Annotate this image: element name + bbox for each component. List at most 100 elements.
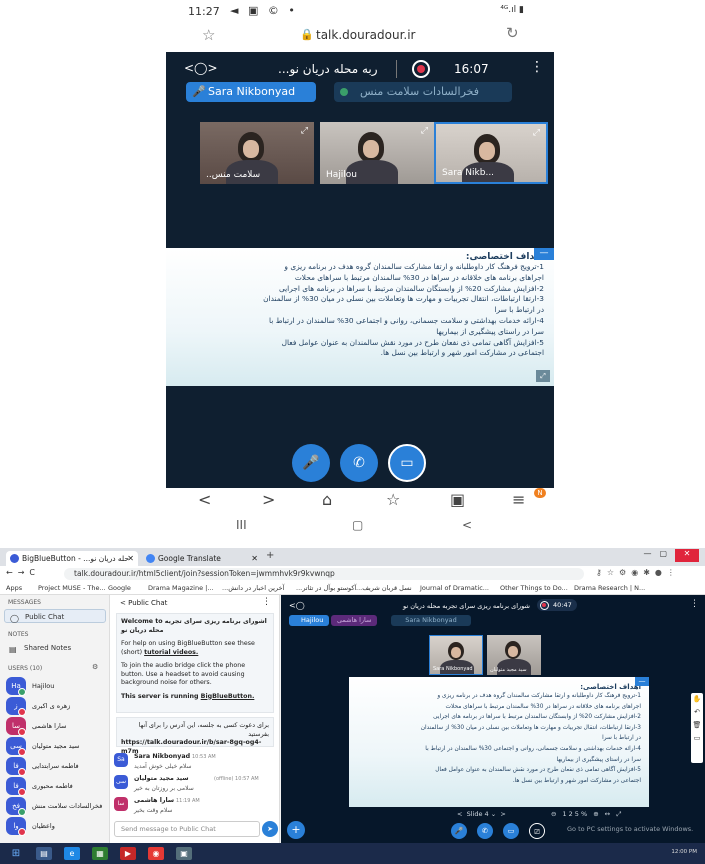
delete-icon[interactable]: 🗑 <box>691 719 703 732</box>
extension-icon[interactable]: ◉ <box>631 568 643 577</box>
tutorial-link[interactable]: tutorial videos. <box>144 649 198 656</box>
user-item[interactable]: ز زهره ی اکبری <box>6 697 106 717</box>
fullscreen-icon[interactable]: ⤢ <box>301 126 308 136</box>
tab-bigbluebutton[interactable]: BigBlueButton - ...حله دریان نو ✕ <box>6 551 138 566</box>
send-button[interactable]: ➤ <box>262 821 278 837</box>
extension-icon[interactable]: ⚙ <box>619 568 631 577</box>
public-chat-item[interactable]: ◯ Public Chat <box>4 609 106 623</box>
slide-selector[interactable]: Slide 4 <box>467 810 489 818</box>
bookmark-item[interactable]: ...نسل قربان شریف <box>356 584 412 592</box>
user-item[interactable]: فخ فخرالسادات سلامت منش <box>6 797 106 817</box>
close-window-icon[interactable]: ✕ <box>675 549 699 562</box>
video-tile[interactable]: ⤢ Sara Nikb... <box>434 122 548 184</box>
talker-pill[interactable]: Hajilou <box>289 615 330 626</box>
camera-button[interactable]: ▭ <box>388 444 426 482</box>
talker-pill[interactable]: سارا هاشمی <box>331 615 378 626</box>
home-button-icon[interactable]: ▢ <box>352 518 363 532</box>
recent-apps-icon[interactable]: III <box>236 518 247 532</box>
bookmark-item[interactable]: ...آکوستو بوآل در تئاتر <box>296 584 356 592</box>
back-button-icon[interactable]: < <box>462 518 472 532</box>
close-tab-icon[interactable]: ✕ <box>251 551 258 566</box>
share-screen-button[interactable]: ⎚ <box>529 823 545 839</box>
reload-icon[interactable]: ↻ <box>506 24 519 42</box>
maximize-window-icon[interactable]: ▢ <box>659 549 675 558</box>
bookmark-item[interactable]: Drama Magazine |... <box>148 584 214 592</box>
fit-width-icon[interactable]: ↔ <box>605 810 612 818</box>
chat-header[interactable]: < Public Chat <box>120 599 167 607</box>
microphone-button[interactable]: 🎤 <box>292 444 330 482</box>
bookmark-item[interactable]: ...آخرین اخبار در دانش <box>222 584 284 592</box>
phone-url[interactable]: talk.douradour.ir <box>316 28 416 42</box>
edge-icon[interactable]: e <box>64 847 80 860</box>
file-explorer-icon[interactable]: ▤ <box>36 847 52 860</box>
chat-options-icon[interactable]: ⋮ <box>262 597 271 607</box>
forward-icon[interactable]: → <box>18 568 30 577</box>
hand-tool-icon[interactable]: ✋ <box>691 693 703 706</box>
video-tile[interactable]: ⤢ ..سلامت منس <box>200 122 314 184</box>
shared-notes-item[interactable]: ▤ Shared Notes <box>4 641 106 655</box>
options-menu-icon[interactable]: ⋮ <box>690 599 699 609</box>
profile-icon[interactable]: ● <box>655 568 667 577</box>
user-item[interactable]: سا سارا هاشمی <box>6 717 106 737</box>
bookmark-item[interactable]: Apps <box>6 584 22 592</box>
actions-button[interactable]: + <box>287 821 305 839</box>
fullscreen-icon[interactable]: ⤢ <box>533 128 540 138</box>
talker-pill[interactable]: Sara Nikbonyad <box>391 615 471 626</box>
user-item[interactable]: فا فاطمه محبوری <box>6 777 106 797</box>
bookmark-item[interactable]: Journal of Dramatic... <box>420 584 489 592</box>
next-slide-icon[interactable]: > <box>500 810 505 818</box>
key-icon[interactable]: ⚷ <box>596 568 607 577</box>
undo-icon[interactable]: ↶ <box>691 706 703 719</box>
user-item[interactable]: فا فاطمه سرابتدایی <box>6 757 106 777</box>
record-button[interactable]: 40:47 <box>537 599 577 611</box>
home-icon[interactable]: ⌂ <box>322 490 332 509</box>
menu-icon[interactable]: ≡ <box>512 490 525 509</box>
bookmarks-icon[interactable]: ☆ <box>386 490 400 509</box>
zoom-out-icon[interactable]: ⊖ <box>551 810 558 818</box>
fullscreen-icon[interactable]: ⤢ <box>421 126 428 136</box>
bookmark-item[interactable]: Project MUSE - The... <box>38 584 106 592</box>
bookmark-item[interactable]: Drama Research | N... <box>574 584 645 592</box>
browser-menu-icon[interactable]: ⋮ <box>667 568 680 577</box>
app-icon[interactable]: ▣ <box>176 847 192 860</box>
zoom-in-icon[interactable]: ⊕ <box>593 810 600 818</box>
minimize-presentation-icon[interactable]: — <box>534 248 554 260</box>
forward-icon[interactable]: > <box>262 490 275 509</box>
chrome-icon[interactable]: ◉ <box>148 847 164 860</box>
gear-icon[interactable]: ⚙ <box>92 663 98 671</box>
prev-slide-icon[interactable]: < <box>457 810 462 818</box>
new-tab-icon[interactable]: + <box>266 550 274 561</box>
back-icon[interactable]: < <box>198 490 211 509</box>
phone-address-bar[interactable]: ☆ 🔒 talk.douradour.ir ↻ <box>160 24 560 50</box>
camera-button[interactable]: ▭ <box>503 823 519 839</box>
close-tab-icon[interactable]: ✕ <box>127 551 134 566</box>
puzzle-icon[interactable]: ✱ <box>643 568 655 577</box>
tab-google-translate[interactable]: Google Translate ✕ <box>142 551 262 566</box>
multi-user-icon[interactable]: ▭ <box>691 732 703 745</box>
video-tile[interactable]: ⤢ Hajilou <box>320 122 434 184</box>
phone-button[interactable]: ✆ <box>340 444 378 482</box>
url-field[interactable]: talk.douradour.ir/html5client/join?sessi… <box>64 568 584 580</box>
phone-button[interactable]: ✆ <box>477 823 493 839</box>
record-icon[interactable] <box>412 60 430 78</box>
talker-pill[interactable]: 🎤 Sara Nikbonyad <box>186 82 316 102</box>
users-toggle-icon[interactable]: <◯ <box>289 601 305 610</box>
user-item[interactable]: Ha Hajilou <box>6 677 106 697</box>
bookmark-star-icon[interactable]: ☆ <box>607 568 619 577</box>
app-icon[interactable]: ▶ <box>120 847 136 860</box>
back-icon[interactable]: ← <box>6 568 18 577</box>
tabs-icon[interactable]: ▣ <box>450 490 465 509</box>
users-toggle-icon[interactable]: <◯> <box>184 61 218 75</box>
bookmark-star-icon[interactable]: ☆ <box>202 26 215 44</box>
user-item[interactable]: سی سید مجید متولیان <box>6 737 106 757</box>
app-icon[interactable]: ▦ <box>92 847 108 860</box>
fullscreen-icon[interactable]: ⤢ <box>616 810 623 818</box>
fullscreen-icon[interactable]: ⤢ <box>536 370 550 382</box>
video-tile[interactable]: Sara Nikbonyad <box>429 635 483 675</box>
chat-message-input[interactable]: Send message to Public Chat <box>114 821 260 837</box>
microphone-button[interactable]: 🎤 <box>451 823 467 839</box>
reload-icon[interactable]: C <box>29 568 40 577</box>
windows-start-icon[interactable]: ⊞ <box>8 847 24 860</box>
bookmark-item[interactable]: Other Things to Do... <box>500 584 568 592</box>
bookmark-item[interactable]: Google <box>108 584 131 592</box>
